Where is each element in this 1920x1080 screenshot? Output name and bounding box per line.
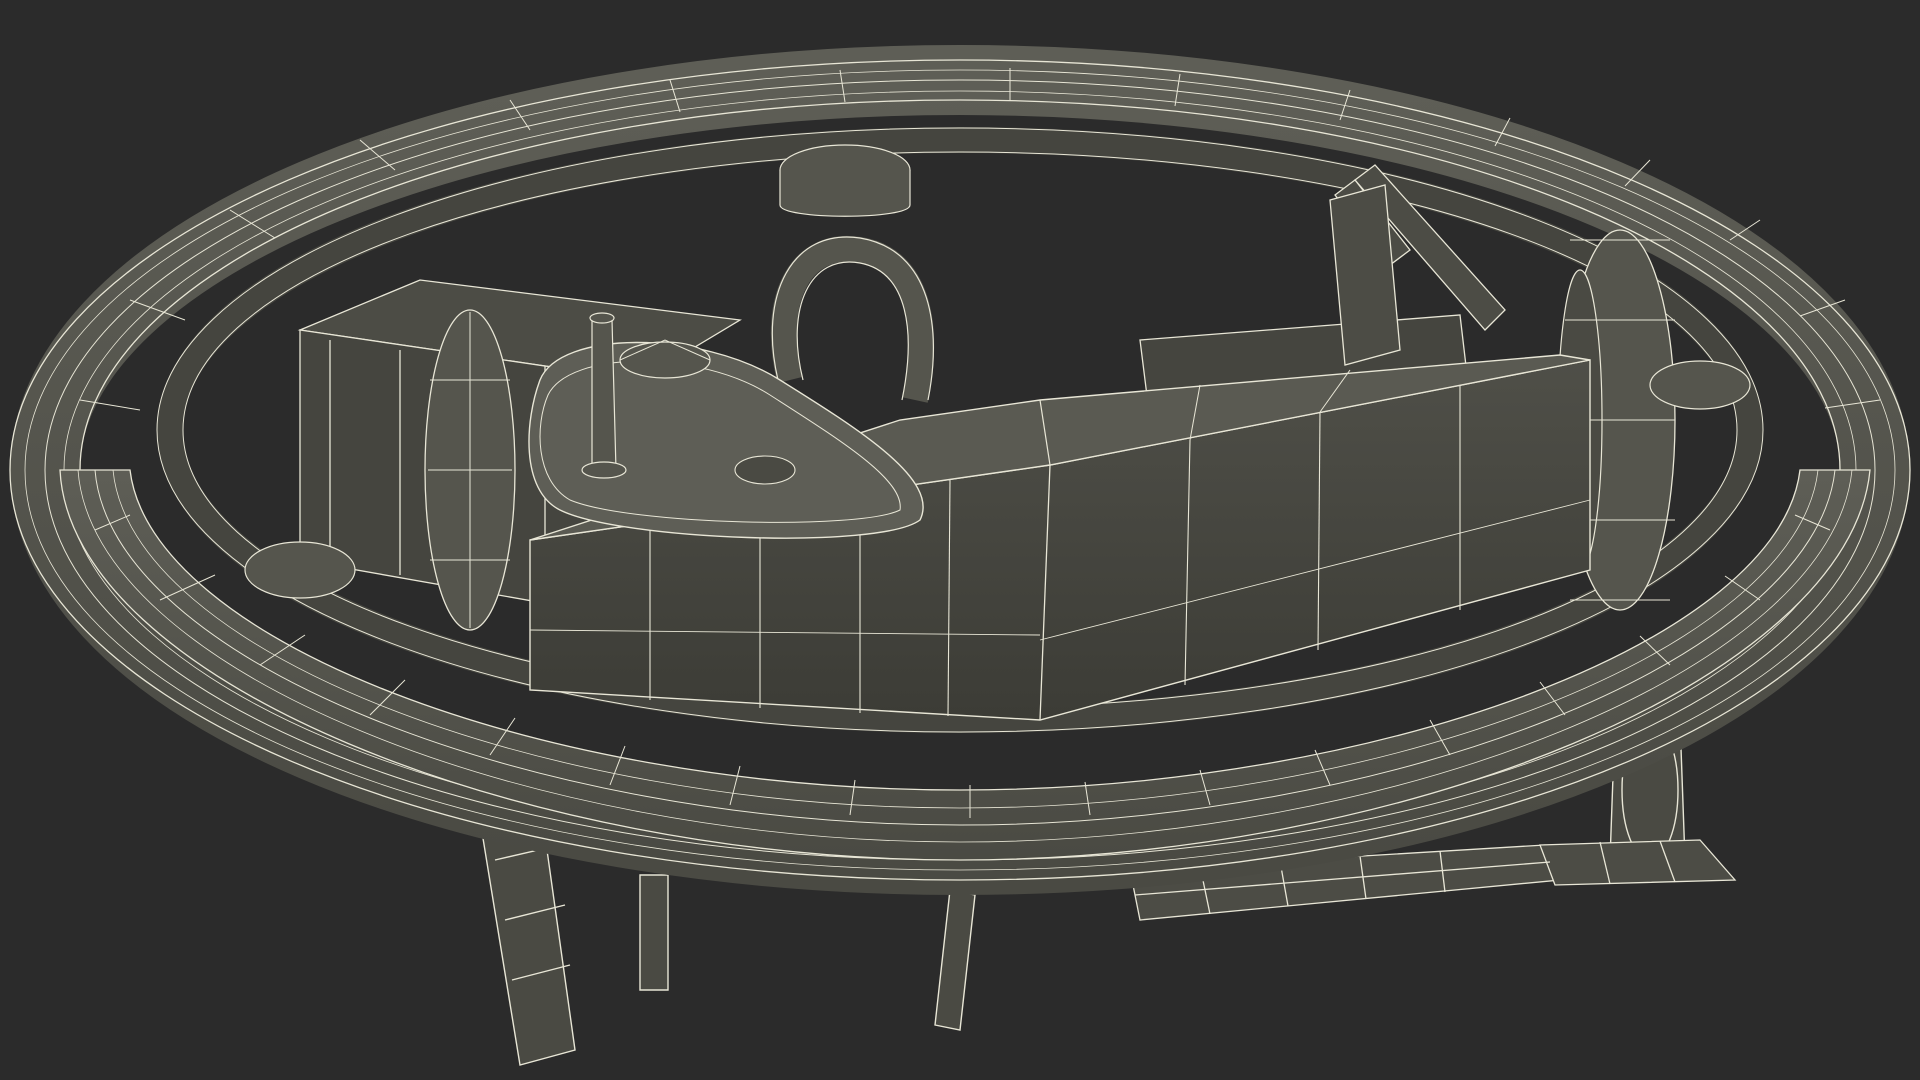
left-wheel: [424, 309, 516, 631]
render-viewport: [0, 0, 1920, 1080]
steering-hoop: [770, 235, 935, 403]
fuel-tank: [528, 339, 924, 539]
wireframe-model-render: [9, 45, 1911, 1066]
